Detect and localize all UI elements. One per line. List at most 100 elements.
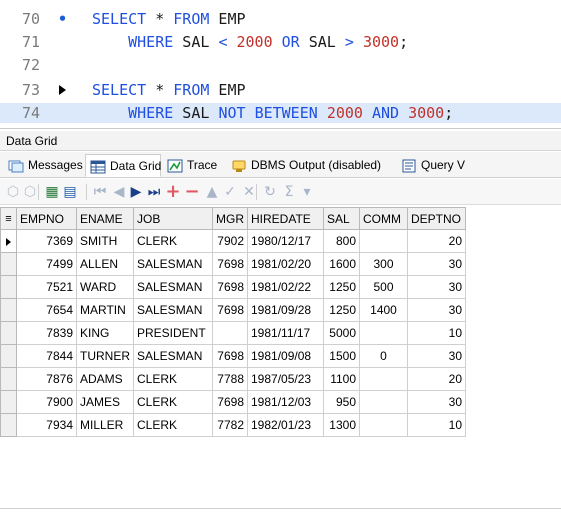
cell-empno[interactable]: 7900 xyxy=(16,390,77,414)
cell-mgr[interactable]: 7698 xyxy=(212,275,248,299)
table-row[interactable]: 7844 TURNER SALESMAN 7698 1981/09/08 1500 0 30 xyxy=(0,344,466,368)
cell-hiredate[interactable]: 1987/05/23 xyxy=(247,367,324,391)
table-row[interactable]: 7499 ALLEN SALESMAN 7698 1981/02/20 1600 300 30 xyxy=(0,252,466,276)
edit-record-icon[interactable]: ▲ xyxy=(204,184,220,200)
cell-deptno[interactable]: 20 xyxy=(407,229,466,253)
cell-sal[interactable]: 1500 xyxy=(323,344,360,368)
cell-ename[interactable]: KING xyxy=(76,321,134,345)
code-line[interactable]: 74 WHERE SAL NOT BETWEEN 2000 AND 3000; xyxy=(0,103,561,123)
cell-sal[interactable]: 800 xyxy=(323,229,360,253)
cell-empno[interactable]: 7839 xyxy=(16,321,77,345)
cell-deptno[interactable]: 30 xyxy=(407,390,466,414)
cell-mgr[interactable]: 7698 xyxy=(212,298,248,322)
cell-comm[interactable] xyxy=(359,321,408,345)
prior-record-icon[interactable]: ◀ xyxy=(111,184,127,200)
tab-query-v[interactable]: Query V xyxy=(397,154,561,177)
cell-job[interactable]: CLERK xyxy=(133,390,213,414)
row-indicator[interactable] xyxy=(0,390,17,414)
grid-view-icon[interactable]: ▦ xyxy=(44,184,60,200)
code-line[interactable]: 71 WHERE SAL < 2000 OR SAL > 3000; xyxy=(0,32,561,52)
cell-ename[interactable]: ALLEN xyxy=(76,252,134,276)
cell-job[interactable]: CLERK xyxy=(133,367,213,391)
cell-comm[interactable]: 1400 xyxy=(359,298,408,322)
cell-empno[interactable]: 7369 xyxy=(16,229,77,253)
cell-comm[interactable] xyxy=(359,367,408,391)
sql-editor[interactable]: 70 • SELECT * FROM EMP 71 WHERE SAL < 2000 … xyxy=(0,0,561,129)
cell-deptno[interactable]: 20 xyxy=(407,367,466,391)
cell-hiredate[interactable]: 1981/12/03 xyxy=(247,390,324,414)
table-row[interactable]: 7876 ADAMS CLERK 7788 1987/05/23 1100 20 xyxy=(0,367,466,391)
cell-ename[interactable]: ADAMS xyxy=(76,367,134,391)
export-icon[interactable]: ⬡ xyxy=(5,184,21,200)
column-header-comm[interactable]: COMM xyxy=(359,207,408,230)
cell-job[interactable]: SALESMAN xyxy=(133,275,213,299)
dropdown-icon[interactable]: ▾ xyxy=(299,184,315,200)
record-view-icon[interactable]: ▤ xyxy=(62,184,78,200)
data-grid[interactable]: ≡ EMPNO ENAME JOB MGR HIREDATE SAL COMM DEPTNO 7… xyxy=(0,207,466,437)
insert-record-icon[interactable]: + xyxy=(165,183,181,201)
column-header-job[interactable]: JOB xyxy=(133,207,213,230)
cell-sal[interactable]: 5000 xyxy=(323,321,360,345)
table-row[interactable]: 7934 MILLER CLERK 7782 1982/01/23 1300 10 xyxy=(0,413,466,437)
cell-ename[interactable]: JAMES xyxy=(76,390,134,414)
cell-empno[interactable]: 7876 xyxy=(16,367,77,391)
cell-mgr[interactable]: 7788 xyxy=(212,367,248,391)
cell-deptno[interactable]: 30 xyxy=(407,344,466,368)
cell-deptno[interactable]: 10 xyxy=(407,413,466,437)
cell-hiredate[interactable]: 1981/11/17 xyxy=(247,321,324,345)
cell-job[interactable]: CLERK xyxy=(133,229,213,253)
cell-sal[interactable]: 1250 xyxy=(323,298,360,322)
column-header-ename[interactable]: ENAME xyxy=(76,207,134,230)
cell-job[interactable]: PRESIDENT xyxy=(133,321,213,345)
table-row[interactable]: 7369 SMITH CLERK 7902 1980/12/17 800 20 xyxy=(0,229,466,253)
cell-ename[interactable]: MILLER xyxy=(76,413,134,437)
row-indicator[interactable] xyxy=(0,229,17,253)
tab-dbms-output-disabled[interactable]: DBMS Output (disabled) xyxy=(227,154,395,177)
cell-hiredate[interactable]: 1981/02/22 xyxy=(247,275,324,299)
cell-mgr[interactable]: 7698 xyxy=(212,344,248,368)
cell-hiredate[interactable]: 1982/01/23 xyxy=(247,413,324,437)
cell-hiredate[interactable]: 1981/09/28 xyxy=(247,298,324,322)
cell-deptno[interactable]: 30 xyxy=(407,298,466,322)
cell-empno[interactable]: 7934 xyxy=(16,413,77,437)
cell-mgr[interactable]: 7902 xyxy=(212,229,248,253)
cell-empno[interactable]: 7844 xyxy=(16,344,77,368)
cell-sal[interactable]: 950 xyxy=(323,390,360,414)
cell-ename[interactable]: MARTIN xyxy=(76,298,134,322)
code-line[interactable]: 70 • SELECT * FROM EMP xyxy=(0,9,561,29)
tab-trace[interactable]: Trace xyxy=(163,154,225,177)
row-indicator[interactable] xyxy=(0,344,17,368)
cell-comm[interactable] xyxy=(359,229,408,253)
cell-ename[interactable]: WARD xyxy=(76,275,134,299)
cell-mgr[interactable]: 7698 xyxy=(212,390,248,414)
last-record-icon[interactable]: ⏭ xyxy=(146,184,162,200)
code-line[interactable]: 72 xyxy=(0,55,561,75)
sum-icon[interactable]: Σ xyxy=(281,184,297,200)
refresh-icon[interactable]: ↻ xyxy=(262,184,278,200)
column-header-hiredate[interactable]: HIREDATE xyxy=(247,207,324,230)
cell-hiredate[interactable]: 1981/02/20 xyxy=(247,252,324,276)
code-line[interactable]: 73 SELECT * FROM EMP xyxy=(0,80,561,100)
cell-job[interactable]: SALESMAN xyxy=(133,298,213,322)
import-icon[interactable]: ⬡ xyxy=(22,184,38,200)
row-indicator[interactable] xyxy=(0,413,17,437)
table-row[interactable]: 7839 KING PRESIDENT 1981/11/17 5000 10 xyxy=(0,321,466,345)
grid-menu-icon[interactable]: ≡ xyxy=(0,207,17,230)
cancel-edit-icon[interactable]: ✕ xyxy=(241,184,257,200)
cell-comm[interactable] xyxy=(359,390,408,414)
row-indicator[interactable] xyxy=(0,367,17,391)
cell-hiredate[interactable]: 1980/12/17 xyxy=(247,229,324,253)
cell-deptno[interactable]: 10 xyxy=(407,321,466,345)
cell-comm[interactable]: 500 xyxy=(359,275,408,299)
cell-mgr[interactable]: 7782 xyxy=(212,413,248,437)
row-indicator[interactable] xyxy=(0,275,17,299)
post-edit-icon[interactable]: ✓ xyxy=(222,184,238,200)
table-row[interactable]: 7654 MARTIN SALESMAN 7698 1981/09/28 1250 1400… xyxy=(0,298,466,322)
cell-sal[interactable]: 1100 xyxy=(323,367,360,391)
cell-job[interactable]: CLERK xyxy=(133,413,213,437)
cell-comm[interactable]: 0 xyxy=(359,344,408,368)
cell-empno[interactable]: 7521 xyxy=(16,275,77,299)
cell-empno[interactable]: 7499 xyxy=(16,252,77,276)
table-row[interactable]: 7521 WARD SALESMAN 7698 1981/02/22 1250 500 30 xyxy=(0,275,466,299)
cell-deptno[interactable]: 30 xyxy=(407,252,466,276)
